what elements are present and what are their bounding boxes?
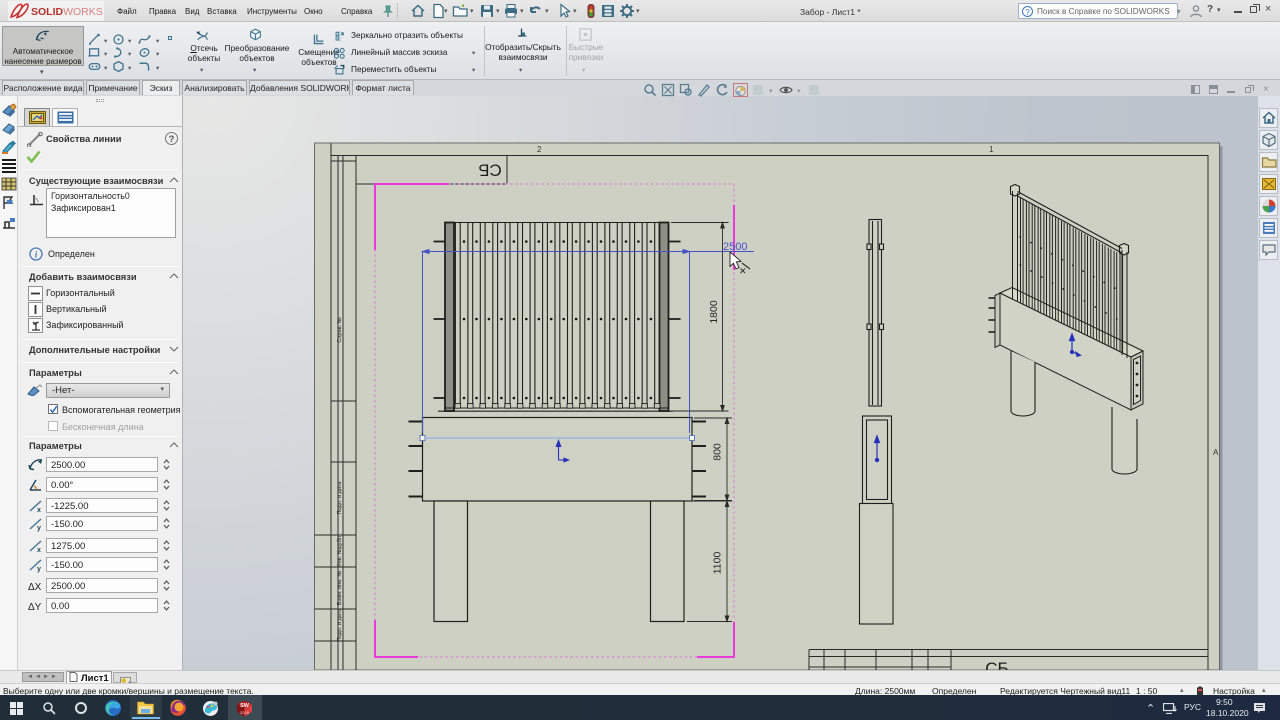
- svg-text:SOLIDWORKS: SOLIDWORKS: [31, 6, 103, 18]
- svg-text:ΔX: ΔX: [28, 582, 42, 593]
- svg-text:2500: 2500: [723, 241, 747, 253]
- svg-text:2: 2: [537, 145, 542, 154]
- svg-text:x: x: [37, 507, 41, 514]
- svg-text:Инв. №дубл.: Инв. №дубл.: [337, 534, 343, 568]
- svg-text:800: 800: [712, 443, 724, 461]
- svg-text:СБ: СБ: [478, 161, 501, 180]
- svg-text:x: x: [37, 547, 41, 554]
- svg-text:СБ: СБ: [985, 659, 1008, 670]
- svg-text:А: А: [1213, 448, 1219, 457]
- svg-text:y: y: [37, 566, 41, 573]
- svg-text:1100: 1100: [712, 552, 724, 575]
- svg-text:Взам. инв. №: Взам. инв. №: [337, 571, 343, 606]
- svg-text:Подп. и дата: Подп. и дата: [337, 481, 343, 515]
- svg-text:ΔY: ΔY: [28, 602, 42, 613]
- svg-text:2018: 2018: [240, 710, 250, 715]
- svg-text:1800: 1800: [708, 300, 720, 324]
- svg-text:SW: SW: [240, 703, 250, 709]
- svg-text:y: y: [37, 525, 41, 532]
- svg-text:i: i: [35, 250, 38, 260]
- svg-text:1: 1: [989, 145, 994, 154]
- svg-text:Подп. и дата: Подп. и дата: [337, 608, 343, 642]
- svg-text:Справ. №: Справ. №: [337, 317, 343, 342]
